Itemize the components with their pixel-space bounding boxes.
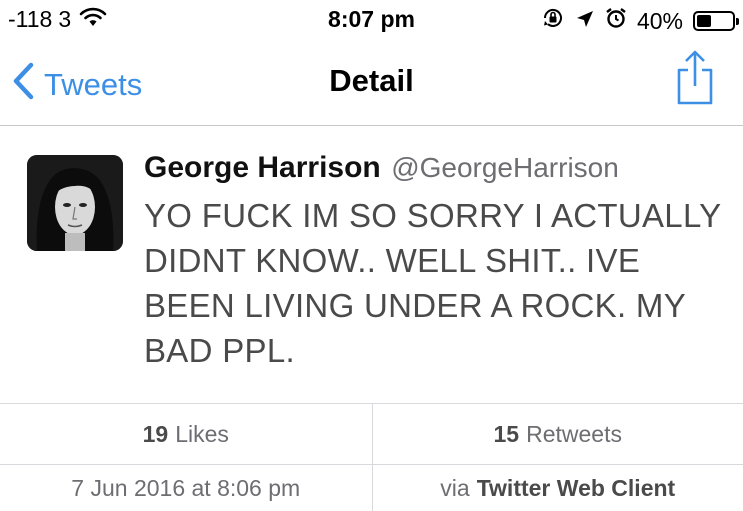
via-source: via Twitter Web Client	[371, 465, 743, 511]
retweets-count: 15	[493, 420, 520, 447]
user-handle[interactable]: @GeorgeHarrison	[391, 152, 619, 183]
tweet-header: George Harrison @GeorgeHarrison	[144, 151, 619, 185]
avatar[interactable]	[27, 155, 123, 251]
tweet-text: YO FUCK IM SO SORRY I ACTUALLY DIDNT KNO…	[144, 197, 721, 369]
likes-stat[interactable]: 19 Likes	[0, 404, 372, 464]
status-bar: -118 3 8:07 pm 40%	[0, 0, 743, 38]
meta-row: 7 Jun 2016 at 8:06 pm via Twitter Web Cl…	[0, 465, 743, 511]
retweets-label: Retweets	[526, 420, 622, 447]
stats-row: 19 Likes 15 Retweets	[0, 403, 743, 465]
likes-label: Likes	[175, 420, 229, 447]
client-link[interactable]: Twitter Web Client	[477, 475, 676, 502]
share-button[interactable]	[675, 50, 715, 111]
retweets-stat[interactable]: 15 Retweets	[371, 404, 743, 464]
display-name[interactable]: George Harrison	[144, 151, 381, 184]
tweet-timestamp: 7 Jun 2016 at 8:06 pm	[71, 474, 301, 501]
battery-percent: 40%	[636, 7, 683, 34]
nav-bar: Tweets Detail	[0, 38, 743, 126]
battery-level	[697, 15, 711, 27]
page-title: Detail	[329, 63, 414, 98]
alarm-icon	[605, 7, 627, 35]
likes-count: 19	[142, 420, 169, 447]
rotation-lock-icon	[541, 6, 565, 36]
status-right: 40%	[541, 6, 739, 36]
battery-icon	[693, 11, 739, 31]
share-icon	[675, 50, 715, 110]
location-arrow-icon	[575, 8, 595, 35]
via-prefix: via	[440, 474, 470, 501]
tweet: George Harrison @GeorgeHarrison YO FUCK …	[0, 127, 743, 403]
